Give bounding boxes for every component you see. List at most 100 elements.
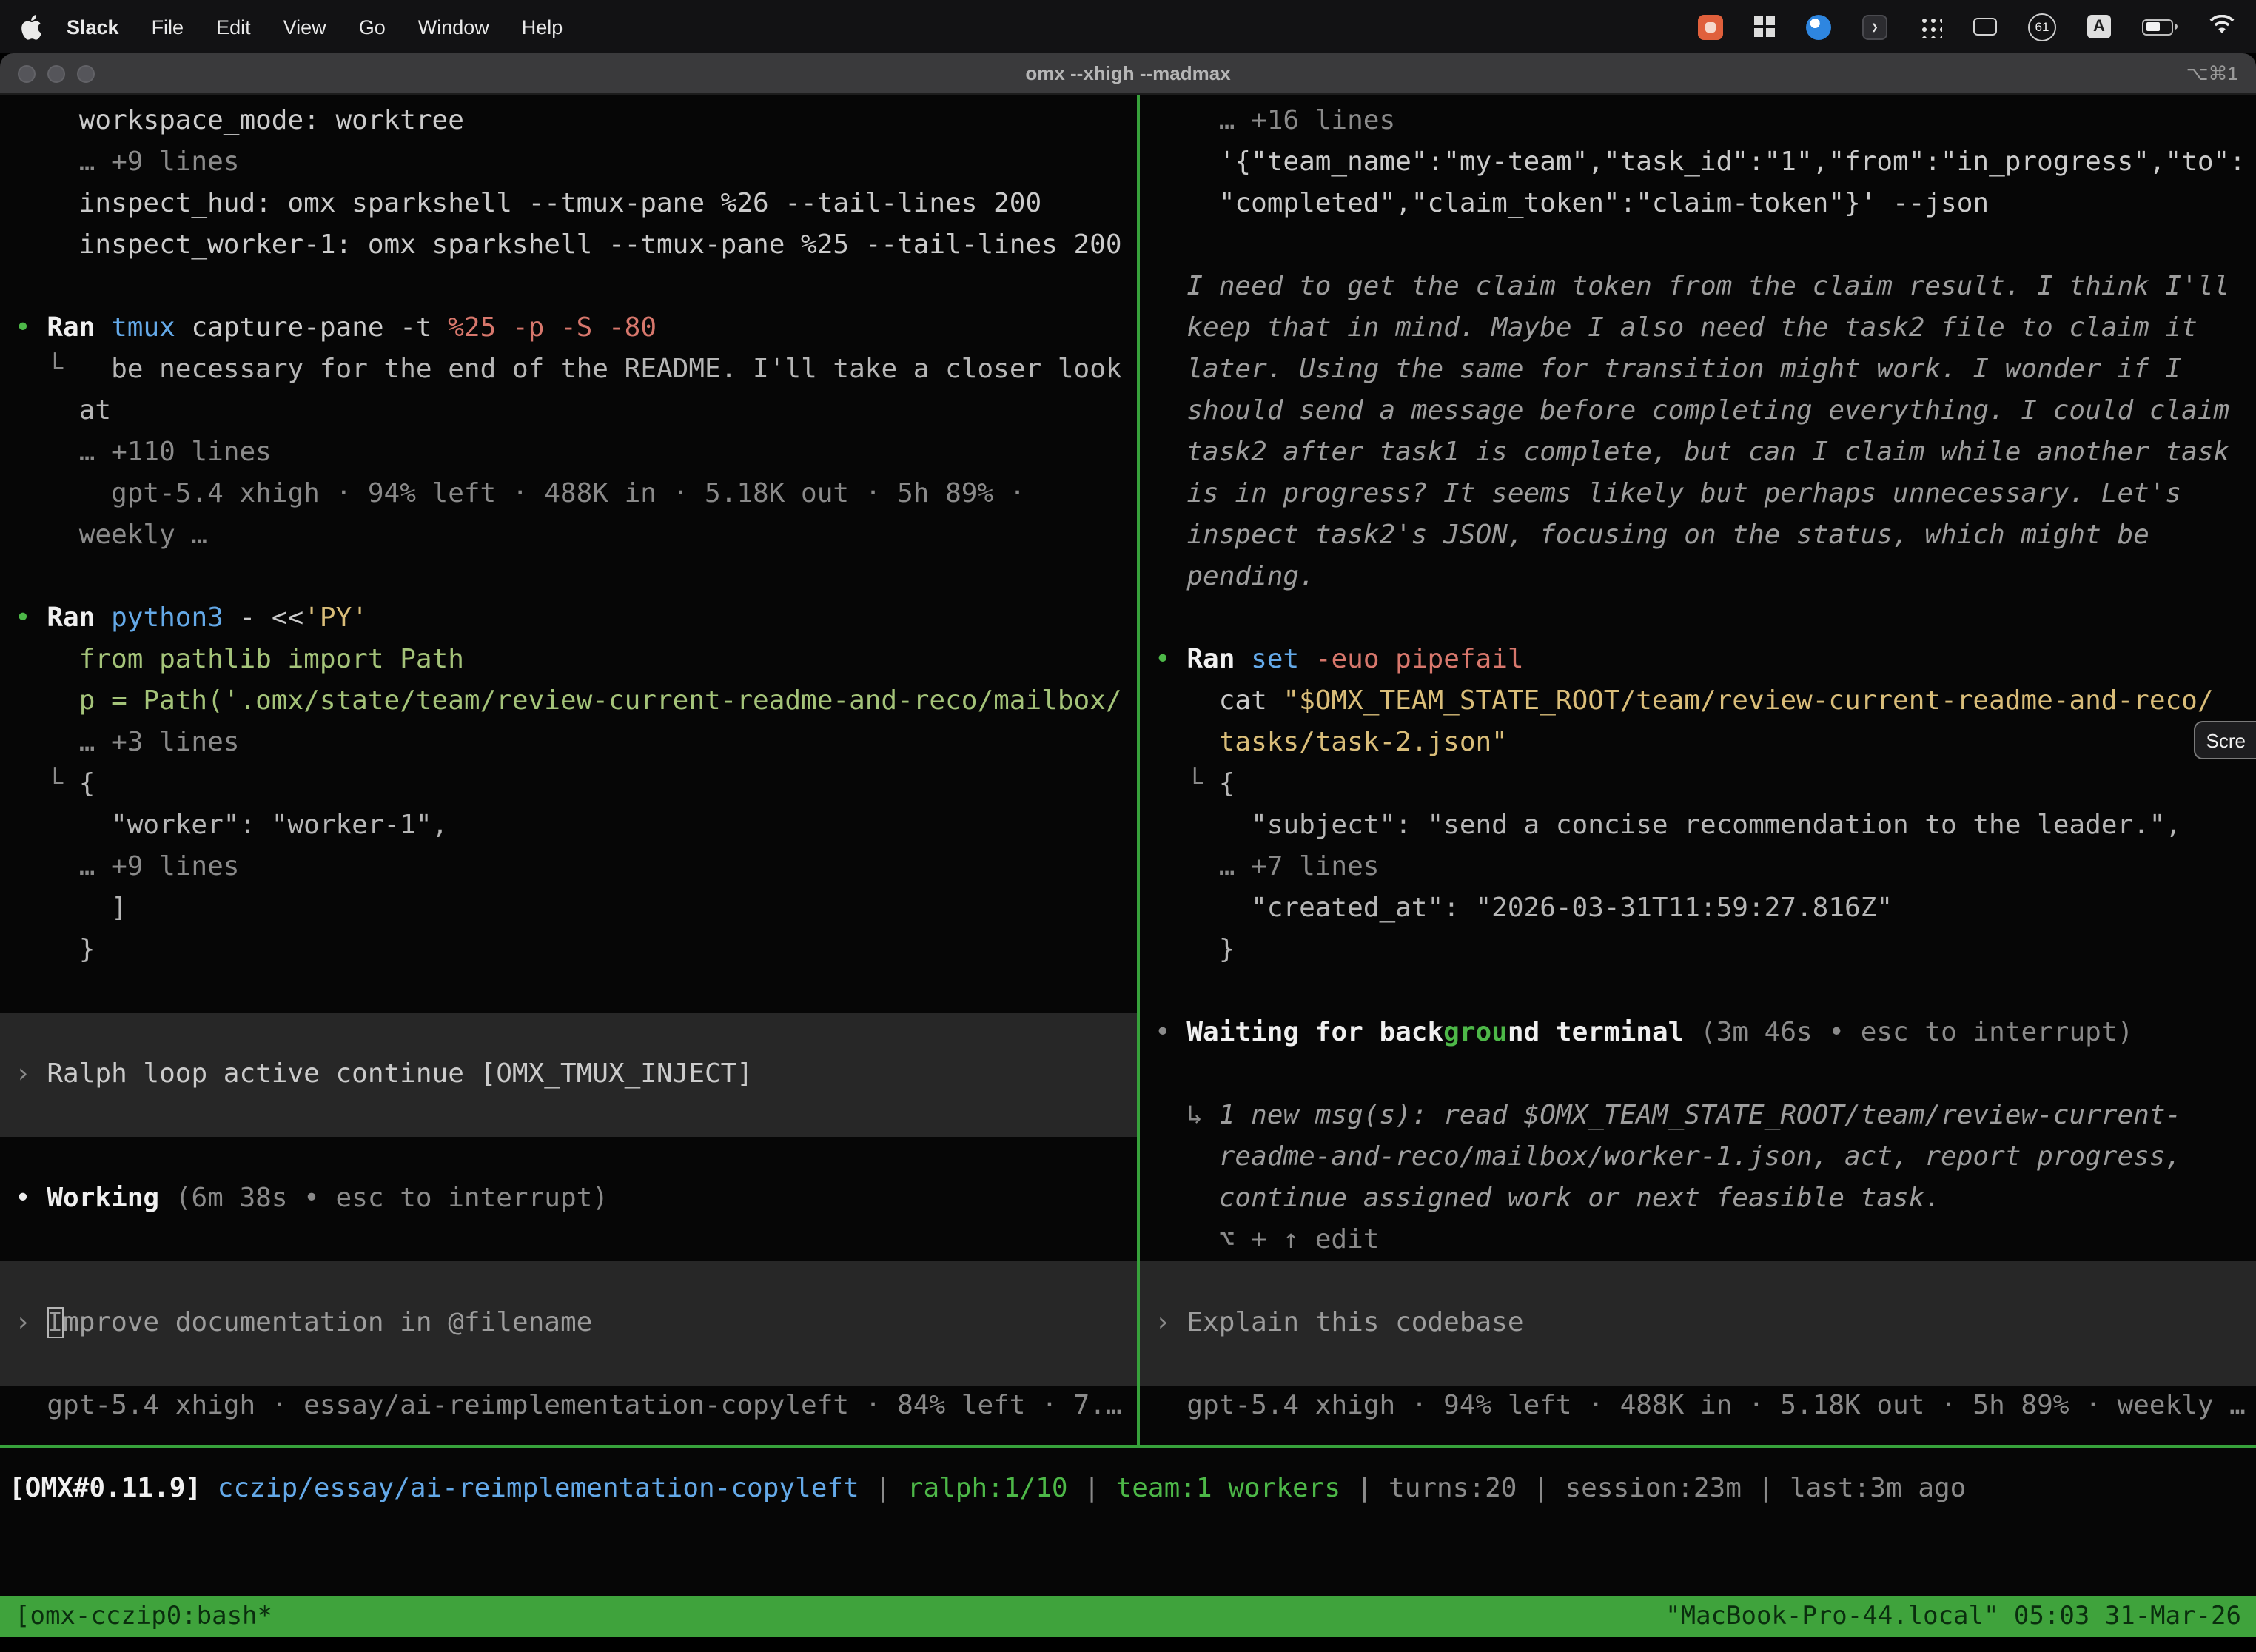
text-segment: … +110 lines	[79, 437, 272, 468]
text-segment: └	[1186, 768, 1218, 799]
menu-bar-status-items: ❯ 61 A	[1698, 13, 2235, 41]
blue-app-icon[interactable]	[1806, 14, 1831, 39]
terminal-line: … +110 lines	[0, 432, 1137, 474]
text-segment: team:1 workers	[1116, 1473, 1340, 1504]
ran-set-pipefail-line: • Ran set -euo pipefail	[1140, 639, 2256, 681]
terminal-line: └ {	[1140, 764, 2256, 805]
terminal-app-icon[interactable]: ❯	[1862, 14, 1887, 39]
text-segment: └	[47, 768, 78, 799]
menu-file[interactable]: File	[135, 16, 201, 38]
terminal-line: tasks/task-2.json"	[1140, 722, 2256, 764]
menu-go[interactable]: Go	[343, 16, 402, 38]
text-segment: •	[1155, 644, 1186, 675]
terminal-line: ↳ 1 new msg(s): read $OMX_TEAM_STATE_ROO…	[1140, 1095, 2256, 1137]
menu-window[interactable]: Window	[402, 16, 506, 38]
text-segment: inspect_hud: omx sparkshell --tmux-pane …	[79, 188, 1041, 219]
terminal-line: … +9 lines	[0, 847, 1137, 888]
terminal-pane-left[interactable]: workspace_mode: worktree … +9 lines insp…	[0, 95, 1137, 1445]
terminal-blank-line	[1140, 1054, 2256, 1095]
screen: Slack File Edit View Go Window Help ❯ 61…	[0, 0, 2256, 1652]
band-line: › Ralph loop active continue [OMX_TMUX_I…	[0, 1054, 1137, 1095]
terminal-line: pending.	[1140, 557, 2256, 598]
text-segment: •	[15, 312, 47, 343]
text-segment: '{"team_name":"my-team","task_id":"1","f…	[1219, 147, 2246, 178]
terminal-line: is in progress? It seems likely but perh…	[1140, 474, 2256, 515]
text-segment: inspect_worker-1: omx sparkshell --tmux-…	[79, 229, 1122, 261]
text-segment: }	[1219, 934, 1235, 965]
text-segment: cczip/essay/ai-reimplementation-copyleft	[218, 1473, 859, 1504]
minimize-button[interactable]	[47, 64, 65, 82]
text-segment: keep that in mind. Maybe I also need the…	[1186, 312, 2197, 343]
terminal-blank-line	[1140, 225, 2256, 266]
right-pane-stats-line: gpt-5.4 xhigh · 94% left · 488K in · 5.1…	[1140, 1386, 2256, 1427]
text-segment: "worker": "worker-1",	[111, 810, 448, 841]
terminal-line: from pathlib import Path	[0, 639, 1137, 681]
band-line: › Improve documentation in @filename	[0, 1303, 1137, 1344]
record-indicator-icon[interactable]	[1698, 14, 1723, 39]
terminal-line: readme-and-reco/mailbox/worker-1.json, a…	[1140, 1137, 2256, 1178]
omx-status-line: [OMX#0.11.9] cczip/essay/ai-reimplementa…	[0, 1468, 2256, 1510]
screenshot-toast-text: Scre	[2206, 729, 2246, 751]
terminal-line: weekly …	[0, 515, 1137, 557]
terminal-line: inspect_hud: omx sparkshell --tmux-pane …	[0, 184, 1137, 225]
terminal-line: … +3 lines	[0, 722, 1137, 764]
terminal-line: ]	[0, 888, 1137, 930]
text-segment: last:3m ago	[1790, 1473, 1966, 1504]
terminal-pane-right[interactable]: … +16 lines '{"team_name":"my-team","tas…	[1140, 95, 2256, 1445]
terminal-line: keep that in mind. Maybe I also need the…	[1140, 308, 2256, 349]
apple-menu[interactable]	[21, 14, 41, 39]
text-segment: gpt-5.4 xhigh · 94% left · 488K in · 5.1…	[1186, 1390, 2246, 1421]
dots-grid-icon[interactable]	[1918, 15, 1942, 38]
text-segment: └	[47, 354, 111, 385]
terminal-line: continue assigned work or next feasible …	[1140, 1178, 2256, 1220]
terminal-blank-line	[0, 1137, 1137, 1178]
text-segment: |	[1068, 1473, 1116, 1504]
battery-icon[interactable]	[2142, 19, 2178, 35]
text-segment: … +7 lines	[1219, 851, 1380, 882]
text-segment: |	[1517, 1473, 1565, 1504]
window-grid-icon[interactable]	[1754, 16, 1775, 37]
menu-app-name[interactable]: Slack	[50, 16, 135, 38]
text-segment: be necessary for the end of the README. …	[111, 354, 1121, 385]
terminal-line: cat "$OMX_TEAM_STATE_ROOT/team/review-cu…	[1140, 681, 2256, 722]
display-mirroring-icon[interactable]	[1973, 18, 1997, 36]
text-segment: Ran	[47, 312, 111, 343]
window-shortcut-hint: ⌥⌘1	[2186, 61, 2256, 85]
prompt-explain-codebase[interactable]: › Explain this codebase	[1140, 1261, 2256, 1386]
text-segment: |	[1340, 1473, 1389, 1504]
menu-help[interactable]: Help	[506, 16, 580, 38]
ralph-loop-banner[interactable]: › Ralph loop active continue [OMX_TMUX_I…	[0, 1013, 1137, 1137]
waiting-status-line: • Waiting for background terminal (3m 46…	[1140, 1013, 2256, 1054]
text-segment: gpt-5.4 xhigh · essay/ai-reimplementatio…	[47, 1390, 1121, 1421]
close-button[interactable]	[18, 64, 36, 82]
zoom-button[interactable]	[77, 64, 95, 82]
terminal-blank-line	[0, 557, 1137, 598]
terminal-content: workspace_mode: worktree … +9 lines insp…	[0, 95, 2256, 1445]
input-source-icon[interactable]: A	[2087, 15, 2111, 38]
terminal-line: inspect_worker-1: omx sparkshell --tmux-…	[0, 225, 1137, 266]
omx-status-zone: [OMX#0.11.9] cczip/essay/ai-reimplementa…	[0, 1448, 2256, 1596]
menu-view[interactable]: View	[267, 16, 343, 38]
text-segment: |	[859, 1473, 907, 1504]
text-segment: continue assigned work or next feasible …	[1219, 1183, 1941, 1214]
text-segment: Waiting for back	[1186, 1017, 1443, 1048]
text-segment: … +9 lines	[79, 147, 240, 178]
text-segment: Ran	[47, 602, 111, 634]
prompt-improve-documentation[interactable]: › Improve documentation in @filename	[0, 1261, 1137, 1386]
text-segment: gpt-5.4 xhigh · 94% left · 488K in · 5.1…	[111, 478, 1025, 509]
terminal-line: └ be necessary for the end of the README…	[0, 349, 1137, 391]
text-segment: nd terminal	[1508, 1017, 1700, 1048]
text-segment: workspace_mode: worktree	[79, 105, 464, 136]
text-segment: session:23m	[1565, 1473, 1741, 1504]
terminal-blank-line	[0, 266, 1137, 308]
terminal-line: gpt-5.4 xhigh · 94% left · 488K in · 5.1…	[0, 474, 1137, 515]
terminal-line: "created_at": "2026-03-31T11:59:27.816Z"	[1140, 888, 2256, 930]
terminal-line: … +7 lines	[1140, 847, 2256, 888]
text-segment: task2 after task1 is complete, but can I…	[1186, 437, 2229, 468]
text-segment: - <<	[240, 602, 304, 634]
menu-edit[interactable]: Edit	[200, 16, 267, 38]
battery-percentage-badge[interactable]: 61	[2028, 13, 2056, 41]
text-segment: … +16 lines	[1219, 105, 1395, 136]
window-title-bar[interactable]: omx --xhigh --madmax ⌥⌘1	[0, 53, 2256, 95]
wifi-icon[interactable]	[2209, 15, 2235, 38]
